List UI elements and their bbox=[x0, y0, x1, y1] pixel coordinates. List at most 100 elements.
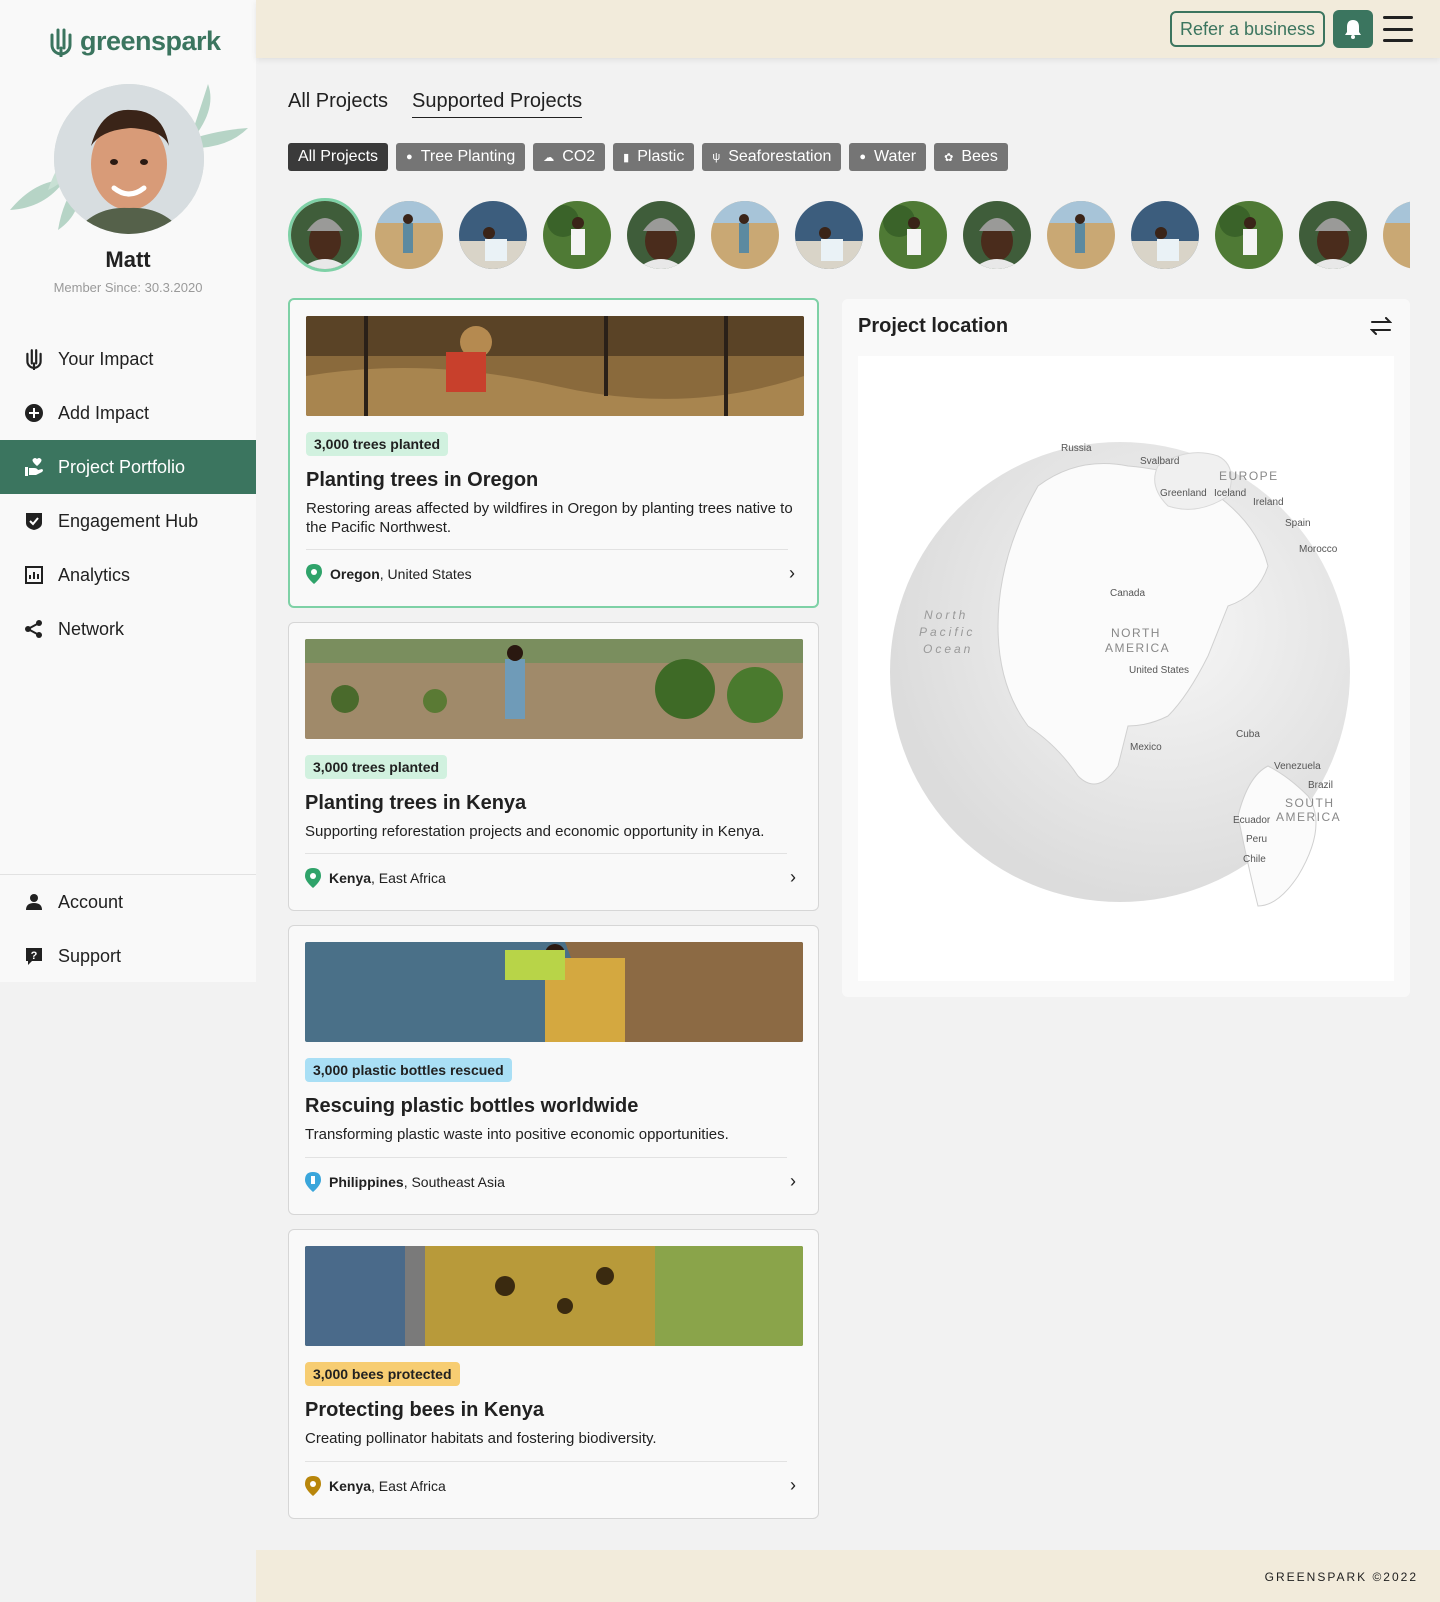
impact-badge: 3,000 bees protected bbox=[305, 1362, 460, 1386]
nav-item-project-portfolio[interactable]: Project Portfolio bbox=[0, 440, 256, 494]
filter-plastic[interactable]: ▮ Plastic bbox=[613, 143, 695, 171]
swap-arrows-icon[interactable] bbox=[1369, 317, 1393, 340]
svg-text:?: ? bbox=[31, 950, 38, 962]
map-label: United States bbox=[1129, 665, 1189, 676]
project-description: Supporting reforestation projects and ec… bbox=[305, 823, 765, 840]
chevron-right-icon[interactable]: › bbox=[790, 1475, 796, 1496]
project-location-panel: Project location Russia Svalbard Greenla… bbox=[842, 299, 1410, 997]
nav-item-analytics[interactable]: Analytics bbox=[0, 548, 256, 602]
project-description: Restoring areas affected by wildfires in… bbox=[306, 500, 793, 536]
nav-item-add-impact[interactable]: Add Impact bbox=[0, 386, 256, 440]
notifications-button[interactable] bbox=[1333, 10, 1373, 48]
tree-icon: ● bbox=[406, 151, 413, 163]
location-country: , East Africa bbox=[371, 870, 446, 886]
nav-label: Project Portfolio bbox=[58, 456, 186, 477]
filter-all-projects[interactable]: All Projects bbox=[288, 143, 389, 171]
map-label: AMERICA bbox=[1276, 810, 1341, 824]
project-thumbnail[interactable] bbox=[288, 198, 362, 272]
card-divider bbox=[305, 853, 787, 854]
map-label: Venezuela bbox=[1274, 761, 1321, 772]
map-label: Greenland bbox=[1160, 488, 1207, 499]
sidebar: greenspark Matt Member Since: 30.3.2020 bbox=[0, 0, 256, 982]
project-thumbnail[interactable] bbox=[1212, 198, 1286, 272]
refer-business-button[interactable]: Refer a business bbox=[1170, 11, 1325, 47]
project-thumbnail[interactable] bbox=[1128, 198, 1202, 272]
project-thumbnail[interactable] bbox=[540, 198, 614, 272]
project-thumbnail[interactable] bbox=[624, 198, 698, 272]
nav-item-account[interactable]: Account bbox=[0, 875, 256, 929]
nav-label: Engagement Hub bbox=[58, 510, 199, 531]
filter-water[interactable]: ● Water bbox=[849, 143, 927, 171]
project-card[interactable]: 3,000 bees protected Protecting bees in … bbox=[288, 1229, 819, 1519]
tab-supported-projects[interactable]: Supported Projects bbox=[412, 90, 583, 118]
share-icon bbox=[24, 619, 44, 639]
map-label: NORTH bbox=[1111, 626, 1161, 640]
card-divider bbox=[306, 549, 788, 550]
hamburger-menu-icon[interactable] bbox=[1383, 16, 1413, 42]
footer: GREENSPARK ©2022 bbox=[256, 1550, 1440, 1602]
location-region: Kenya bbox=[329, 1478, 372, 1494]
filter-label: All Projects bbox=[298, 148, 379, 165]
nav-item-engagement-hub[interactable]: Engagement Hub bbox=[0, 494, 256, 548]
nav-item-support[interactable]: ? Support bbox=[0, 929, 256, 983]
avatar-container bbox=[8, 80, 256, 240]
project-location: Philippines, Southeast Asia bbox=[305, 1172, 505, 1192]
help-icon: ? bbox=[24, 946, 44, 966]
tab-all-projects[interactable]: All Projects bbox=[288, 90, 388, 118]
impact-badge: 3,000 trees planted bbox=[306, 432, 449, 456]
shield-check-icon bbox=[24, 511, 44, 531]
map-label: Ireland bbox=[1253, 497, 1284, 508]
map-label: Pacific bbox=[919, 625, 975, 639]
chevron-right-icon[interactable]: › bbox=[790, 1171, 796, 1192]
chevron-right-icon[interactable]: › bbox=[790, 867, 796, 888]
project-thumbnail[interactable] bbox=[1044, 198, 1118, 272]
filter-seaforestation[interactable]: ψ Seaforestation bbox=[702, 143, 842, 171]
chevron-right-icon[interactable]: › bbox=[789, 563, 795, 584]
filter-label: Plastic bbox=[637, 148, 685, 165]
filter-label: Bees bbox=[961, 148, 998, 165]
project-card[interactable]: 3,000 plastic bottles rescued Rescuing p… bbox=[288, 925, 819, 1215]
map-label: Canada bbox=[1110, 588, 1145, 599]
logo[interactable]: greenspark bbox=[48, 26, 221, 57]
nav-item-your-impact[interactable]: Your Impact bbox=[0, 332, 256, 386]
greenspark-logo-icon bbox=[50, 28, 72, 57]
impact-badge: 3,000 plastic bottles rescued bbox=[305, 1058, 512, 1082]
map-label: Ecuador bbox=[1233, 815, 1271, 826]
project-thumbnail[interactable] bbox=[372, 198, 446, 272]
project-thumbnail[interactable] bbox=[708, 198, 782, 272]
top-header: Refer a business bbox=[256, 0, 1440, 58]
project-thumbnail[interactable] bbox=[456, 198, 530, 272]
user-name: Matt bbox=[105, 247, 151, 272]
map-label: Peru bbox=[1246, 834, 1267, 845]
nav-label: Your Impact bbox=[58, 348, 154, 369]
project-card[interactable]: 3,000 trees planted Planting trees in Or… bbox=[288, 298, 819, 608]
filter-label: Seaforestation bbox=[728, 148, 832, 165]
map-title: Project location bbox=[858, 315, 1009, 337]
location-region: Philippines bbox=[329, 1174, 404, 1190]
location-region: Oregon bbox=[330, 566, 380, 582]
bottle-icon: ▮ bbox=[623, 151, 630, 164]
filter-bees[interactable]: ✿ Bees bbox=[934, 143, 1008, 171]
map-label: EUROPE bbox=[1219, 469, 1279, 483]
nav-item-network[interactable]: Network bbox=[0, 602, 256, 656]
filter-co2[interactable]: ☁ CO2 bbox=[533, 143, 606, 171]
cloud-icon: ☁ bbox=[543, 151, 555, 164]
filter-tree-planting[interactable]: ● Tree Planting bbox=[396, 143, 526, 171]
project-thumbnail[interactable] bbox=[960, 198, 1034, 272]
project-image bbox=[305, 1246, 803, 1346]
main-nav: Your Impact Add Impact Project Portfolio… bbox=[0, 332, 256, 656]
project-thumbnail[interactable] bbox=[1380, 198, 1410, 272]
project-card[interactable]: 3,000 trees planted Planting trees in Ke… bbox=[288, 622, 819, 911]
project-location: Kenya, East Africa bbox=[305, 1476, 446, 1496]
drop-icon: ● bbox=[859, 151, 867, 163]
project-title: Planting trees in Oregon bbox=[306, 469, 539, 491]
globe-map[interactable]: Russia Svalbard Greenland Iceland Irelan… bbox=[858, 356, 1394, 981]
project-thumbnail[interactable] bbox=[1296, 198, 1370, 272]
map-label: AMERICA bbox=[1105, 641, 1170, 655]
location-country: , East Africa bbox=[371, 1478, 446, 1494]
filter-label: CO2 bbox=[562, 148, 596, 165]
project-thumbnail[interactable] bbox=[876, 198, 950, 272]
project-thumbnail[interactable] bbox=[792, 198, 866, 272]
map-label: SOUTH bbox=[1285, 796, 1335, 810]
card-divider bbox=[305, 1157, 787, 1158]
